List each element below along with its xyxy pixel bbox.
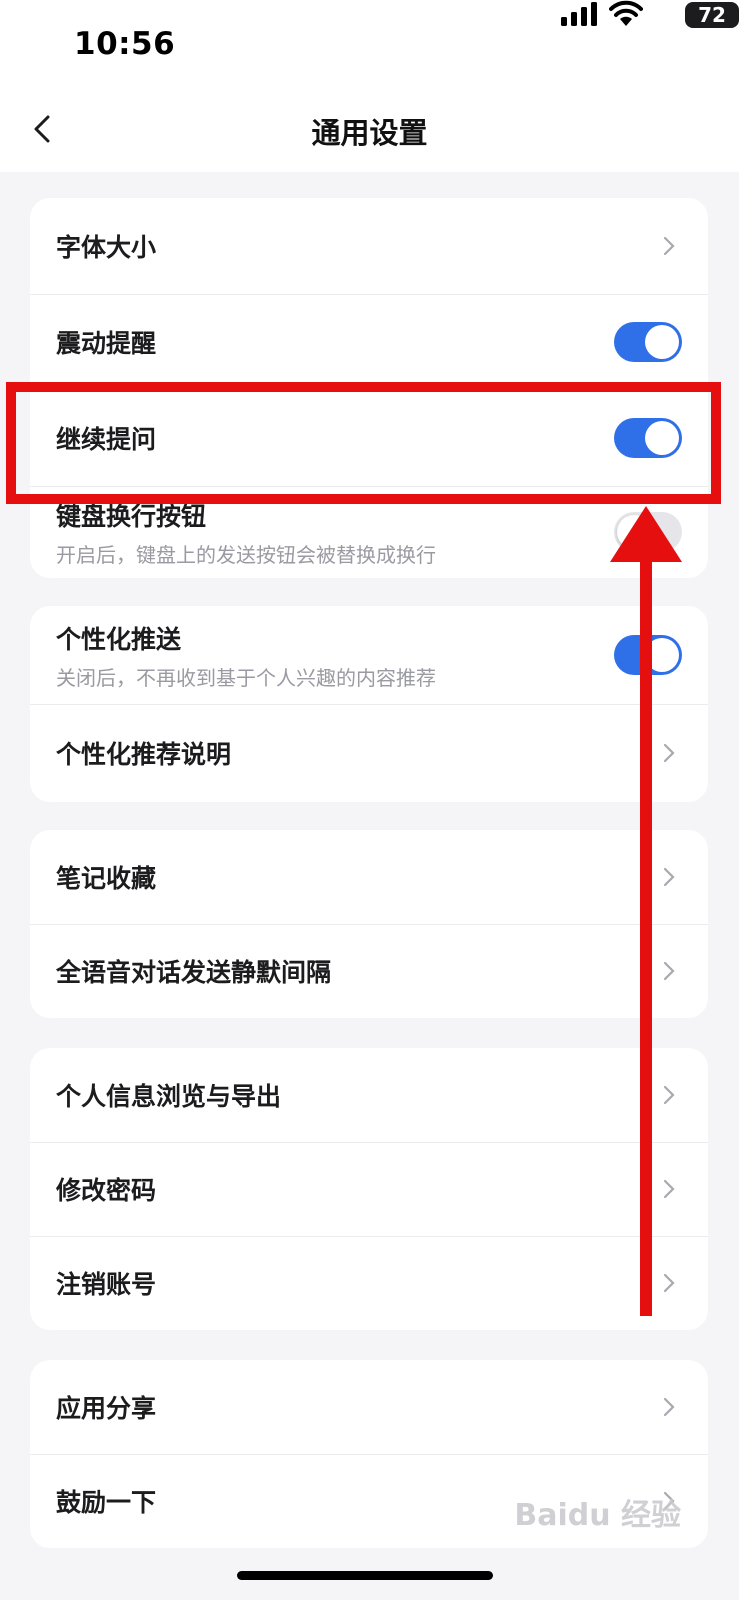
voice-silence-interval-label: 全语音对话发送静默间隔 — [56, 958, 332, 987]
keyboard-newline-description: 开启后，键盘上的发送按钮会被替换成换行 — [56, 542, 436, 567]
personalized-push-description: 关闭后，不再收到基于个人兴趣的内容推荐 — [56, 665, 436, 690]
personal-info-export-label: 个人信息浏览与导出 — [56, 1082, 282, 1111]
personalized-push-label: 个性化推送 — [56, 624, 182, 654]
watermark: Baidu 经验 — [514, 1498, 681, 1533]
keyboard-newline-label: 键盘换行按钮 — [56, 501, 207, 531]
home-indicator — [237, 1571, 493, 1580]
recommendation-explanation-label: 个性化推荐说明 — [56, 740, 232, 769]
vibration-reminder-label: 震动提醒 — [56, 329, 157, 358]
up-arrow-annotation — [610, 506, 682, 1316]
wifi-icon — [609, 0, 643, 26]
vibration-reminder-toggle[interactable] — [614, 322, 682, 362]
page-title: 通用设置 — [311, 116, 428, 150]
font-size-row[interactable]: 字体大小 — [30, 198, 708, 294]
battery-icon: 72 — [685, 2, 739, 28]
delete-account-label: 注销账号 — [56, 1270, 157, 1299]
nav-bar: 通用设置 — [0, 100, 739, 172]
font-size-label: 字体大小 — [56, 233, 157, 262]
cellular-signal-icon — [561, 2, 597, 26]
battery-level: 72 — [698, 3, 726, 27]
app-share-row[interactable]: 应用分享 — [30, 1360, 708, 1454]
change-password-label: 修改密码 — [56, 1176, 157, 1205]
continue-asking-toggle[interactable] — [614, 418, 682, 458]
notes-collection-label: 笔记收藏 — [56, 864, 157, 893]
continue-asking-label: 继续提问 — [56, 425, 157, 454]
vibration-reminder-row: 震动提醒 — [30, 294, 708, 390]
chevron-right-icon — [663, 1397, 675, 1417]
status-bar: 10:56 72 — [0, 0, 739, 100]
app-share-label: 应用分享 — [56, 1394, 157, 1423]
status-time: 10:56 — [74, 26, 176, 62]
continue-asking-row: 继续提问 — [30, 390, 708, 486]
chevron-right-icon — [663, 236, 675, 256]
